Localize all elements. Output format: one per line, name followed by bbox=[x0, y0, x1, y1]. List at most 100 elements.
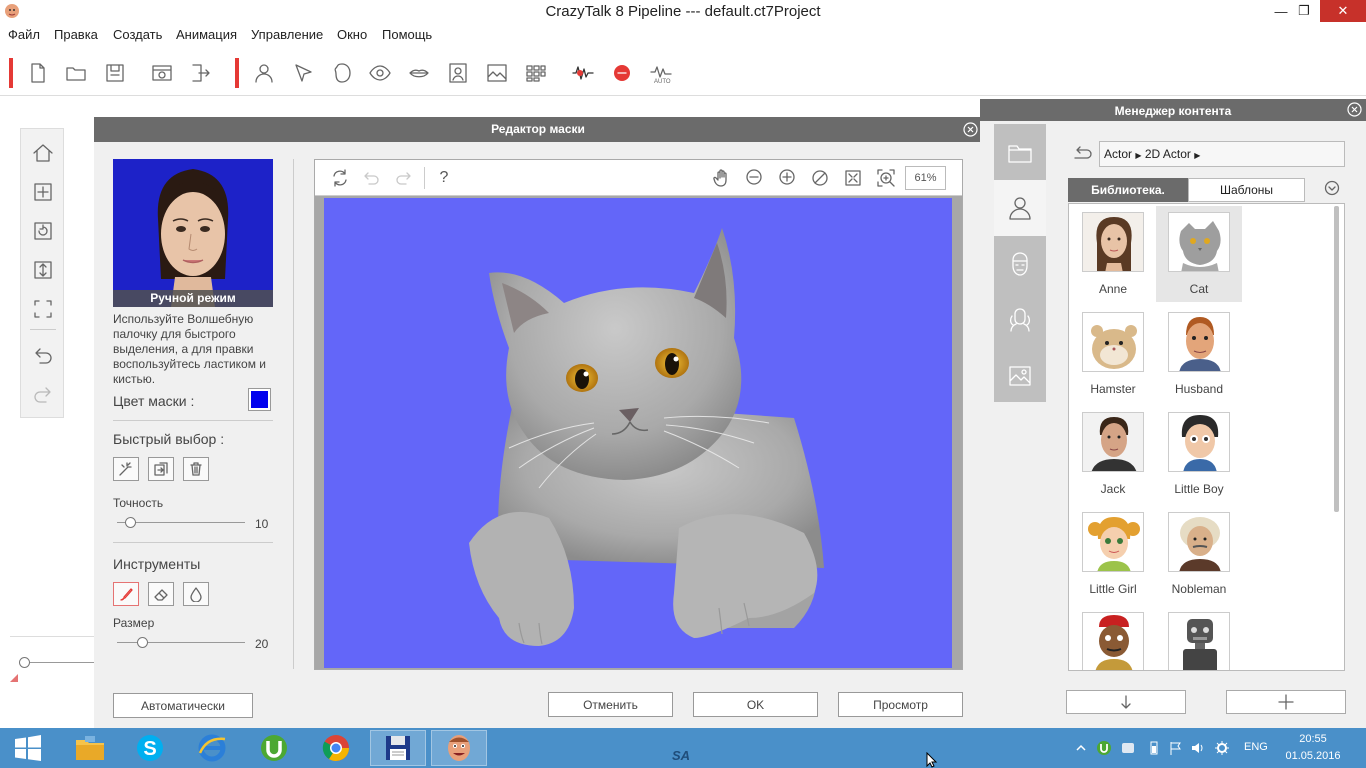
new-file-icon[interactable] bbox=[26, 61, 50, 85]
network-drive-tray-icon[interactable] bbox=[1120, 740, 1136, 756]
clock-date[interactable]: 01.05.2016 bbox=[1283, 750, 1343, 762]
close-window-button[interactable]: ✕ bbox=[1320, 0, 1366, 22]
home-icon[interactable] bbox=[31, 141, 55, 165]
settings-tray-icon[interactable] bbox=[1214, 740, 1230, 756]
fit-window-icon[interactable] bbox=[843, 168, 863, 188]
undo-icon[interactable] bbox=[31, 343, 55, 367]
content-item-husband[interactable]: Husband bbox=[1156, 306, 1242, 402]
tab-library[interactable]: Библиотека. bbox=[1068, 178, 1188, 202]
volume-icon[interactable] bbox=[1190, 740, 1206, 756]
content-item-pirate[interactable] bbox=[1070, 606, 1156, 670]
brush-tool-button[interactable] bbox=[113, 582, 139, 606]
redo-icon[interactable] bbox=[31, 382, 55, 406]
eye-icon[interactable] bbox=[368, 61, 392, 85]
background-tab[interactable] bbox=[994, 348, 1046, 404]
precision-slider-track[interactable] bbox=[117, 522, 245, 523]
chevron-down-icon[interactable] bbox=[1324, 180, 1340, 196]
rotate-icon[interactable] bbox=[31, 219, 55, 243]
tab-templates[interactable]: Шаблоны bbox=[1188, 178, 1305, 202]
content-item-little-girl[interactable]: Little Girl bbox=[1070, 506, 1156, 602]
menu-window[interactable]: Окно bbox=[337, 27, 367, 42]
image-icon[interactable] bbox=[485, 61, 509, 85]
close-dialog-icon[interactable] bbox=[963, 122, 978, 137]
menu-create[interactable]: Создать bbox=[113, 27, 162, 42]
clear-selection-button[interactable] bbox=[183, 457, 209, 481]
utorrent-taskbar-button[interactable] bbox=[246, 730, 302, 766]
file-explorer-taskbar-button[interactable] bbox=[62, 730, 118, 766]
magic-wand-button[interactable] bbox=[113, 457, 139, 481]
blur-tool-button[interactable] bbox=[183, 582, 209, 606]
scale-vertical-icon[interactable] bbox=[31, 258, 55, 282]
breadcrumb-actor[interactable]: Actor bbox=[1104, 147, 1132, 161]
menu-animation[interactable]: Анимация bbox=[176, 27, 237, 42]
breadcrumb-2d-actor[interactable]: 2D Actor bbox=[1145, 147, 1191, 161]
menu-file[interactable]: Файл bbox=[8, 27, 40, 42]
save-icon[interactable] bbox=[103, 61, 127, 85]
content-item-robot[interactable] bbox=[1156, 606, 1242, 670]
battery-icon[interactable] bbox=[1146, 740, 1162, 756]
audio-wave-icon[interactable] bbox=[571, 61, 595, 85]
open-folder-icon[interactable] bbox=[64, 61, 88, 85]
reset-zoom-icon[interactable] bbox=[810, 168, 830, 188]
actor-icon[interactable] bbox=[252, 61, 276, 85]
input-language[interactable]: ENG bbox=[1244, 741, 1268, 753]
reset-icon[interactable] bbox=[330, 168, 350, 188]
internet-explorer-taskbar-button[interactable] bbox=[184, 730, 240, 766]
undo-icon[interactable] bbox=[361, 168, 381, 188]
project-icon[interactable] bbox=[150, 61, 174, 85]
hand-pan-icon[interactable] bbox=[712, 168, 732, 188]
auto-button[interactable]: Автоматически bbox=[113, 693, 253, 718]
export-icon[interactable] bbox=[189, 61, 213, 85]
add-content-button[interactable] bbox=[1226, 690, 1346, 714]
face-fitting-icon[interactable] bbox=[291, 61, 315, 85]
portrait-icon[interactable] bbox=[446, 61, 470, 85]
timeline-slider-knob[interactable] bbox=[19, 657, 30, 668]
grid-icon[interactable] bbox=[524, 61, 548, 85]
actor-tab[interactable] bbox=[994, 180, 1046, 236]
project-folder-tab[interactable] bbox=[994, 125, 1046, 181]
start-button[interactable] bbox=[0, 730, 56, 766]
fit-view-icon[interactable] bbox=[31, 297, 55, 321]
mask-image-canvas[interactable] bbox=[324, 198, 952, 668]
zoom-region-icon[interactable] bbox=[876, 168, 896, 188]
record-icon[interactable] bbox=[610, 61, 634, 85]
ok-button[interactable]: OK bbox=[693, 692, 818, 717]
content-item-jack[interactable]: Jack bbox=[1070, 406, 1156, 502]
zoom-level-field[interactable]: 61% bbox=[905, 166, 946, 190]
zoom-out-icon[interactable] bbox=[745, 168, 765, 188]
precision-slider-knob[interactable] bbox=[125, 517, 136, 528]
content-item-little-boy[interactable]: Little Boy bbox=[1156, 406, 1242, 502]
content-item-nobleman[interactable]: Nobleman bbox=[1156, 506, 1242, 602]
menu-edit[interactable]: Правка bbox=[54, 27, 98, 42]
eraser-tool-button[interactable] bbox=[148, 582, 174, 606]
content-item-cat[interactable]: Cat bbox=[1156, 206, 1242, 302]
crazytalk-taskbar-button[interactable] bbox=[431, 730, 487, 766]
help-button[interactable]: ? bbox=[434, 168, 454, 188]
flag-tray-icon[interactable] bbox=[1168, 740, 1184, 756]
show-hidden-icons-icon[interactable] bbox=[1073, 740, 1089, 756]
auto-motion-icon[interactable]: AUTO bbox=[649, 61, 673, 85]
clock-time[interactable]: 20:55 bbox=[1283, 733, 1343, 745]
face-tab[interactable] bbox=[994, 236, 1046, 292]
mask-color-swatch[interactable] bbox=[248, 388, 271, 411]
menu-help[interactable]: Помощь bbox=[382, 27, 432, 42]
floppy-app-taskbar-button[interactable] bbox=[370, 730, 426, 766]
face-outline-icon[interactable] bbox=[330, 61, 354, 85]
close-panel-icon[interactable] bbox=[1347, 102, 1362, 117]
cancel-button[interactable]: Отменить bbox=[548, 692, 673, 717]
mouth-icon[interactable] bbox=[407, 61, 431, 85]
menu-manage[interactable]: Управление bbox=[251, 27, 323, 42]
content-item-hamster[interactable]: Hamster bbox=[1070, 306, 1156, 402]
content-grid-scrollbar[interactable] bbox=[1334, 206, 1339, 512]
zoom-in-icon[interactable] bbox=[778, 168, 798, 188]
restore-button[interactable]: ❐ bbox=[1287, 0, 1321, 22]
download-button[interactable] bbox=[1066, 690, 1186, 714]
head-tab[interactable] bbox=[994, 292, 1046, 348]
size-slider-knob[interactable] bbox=[137, 637, 148, 648]
skype-taskbar-button[interactable]: S bbox=[122, 730, 178, 766]
utorrent-tray-icon[interactable] bbox=[1096, 740, 1112, 756]
preview-button[interactable]: Просмотр bbox=[838, 692, 963, 717]
redo-icon[interactable] bbox=[394, 168, 414, 188]
move-icon[interactable] bbox=[31, 180, 55, 204]
chrome-taskbar-button[interactable] bbox=[308, 730, 364, 766]
